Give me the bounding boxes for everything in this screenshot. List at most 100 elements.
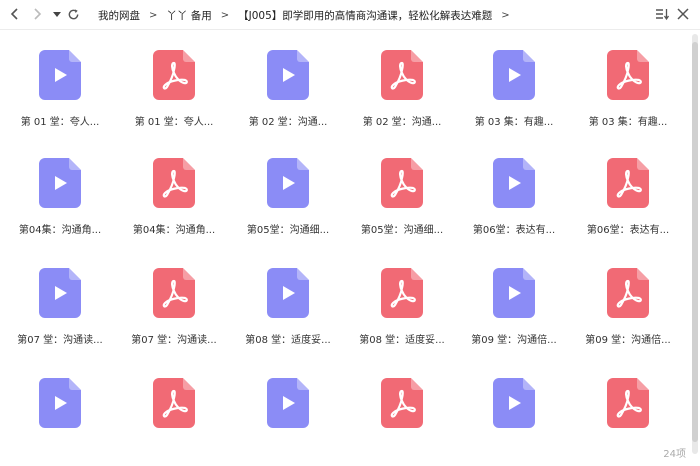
caret-down-icon [53,12,61,17]
refresh-button[interactable] [64,5,82,23]
file-item[interactable]: 第06堂：表达有... [578,138,678,236]
pdf-file-icon [153,268,195,318]
file-item[interactable]: 第 02 堂：沟通... [352,30,452,128]
pdf-file-icon [607,268,649,318]
file-item[interactable]: 第 02 堂：沟通... [238,30,338,128]
file-item[interactable]: 第 03 集：有趣... [464,30,564,128]
video-file-icon [493,50,535,100]
file-item[interactable]: 第05堂：沟通细... [238,138,338,236]
video-file-icon [39,158,81,208]
file-name: 第 03 集：有趣... [588,117,668,128]
file-item[interactable]: 第08 堂：适度妥... [352,248,452,346]
scrollbar-thumb[interactable] [692,42,698,442]
page-fold [183,268,195,280]
file-name: 第05堂：沟通细... [246,225,330,236]
page-fold [411,158,423,170]
close-button[interactable] [675,6,691,22]
page-fold [637,378,649,390]
pdf-file-icon [153,158,195,208]
chevron-left-icon [10,8,18,20]
page-fold [297,50,309,62]
file-name: 第 03 集：有趣... [474,117,554,128]
page-fold [523,158,535,170]
file-item[interactable] [464,358,564,454]
file-item[interactable]: 第07 堂：沟通读... [10,248,110,346]
back-button[interactable] [6,5,24,23]
video-file-icon [267,50,309,100]
video-file-icon [39,268,81,318]
file-item[interactable] [10,358,110,454]
pdf-file-icon [381,268,423,318]
page-fold [637,158,649,170]
file-name: 第07 堂：沟通读... [131,335,217,346]
forward-button[interactable] [28,5,46,23]
scrollbar[interactable] [692,34,698,454]
file-item[interactable] [238,358,338,454]
video-file-icon [493,268,535,318]
close-icon [677,8,689,20]
sort-list-icon [656,9,670,21]
page-fold [297,158,309,170]
pdf-file-icon [607,378,649,428]
file-name: 第05堂：沟通细... [360,225,444,236]
file-item[interactable]: 第 01 堂：夸人... [124,30,224,128]
page-fold [637,268,649,280]
page-fold [69,268,81,280]
page-fold [69,158,81,170]
file-name: 第09 堂：沟通倍... [471,335,557,346]
video-file-icon [39,378,81,428]
refresh-icon [68,8,78,19]
file-item[interactable]: 第04集：沟通角... [124,138,224,236]
file-name: 第04集：沟通角... [18,225,102,236]
video-file-icon [493,378,535,428]
pdf-file-icon [607,50,649,100]
file-name: 第08 堂：适度妥... [245,335,331,346]
pdf-file-icon [381,378,423,428]
pdf-file-icon [381,158,423,208]
file-name: 第 01 堂：夸人... [134,117,214,128]
file-item[interactable]: 第09 堂：沟通倍... [578,248,678,346]
file-name: 第06堂：表达有... [472,225,556,236]
breadcrumb-root[interactable]: 我的网盘 [98,8,140,23]
page-fold [637,50,649,62]
pdf-file-icon [607,158,649,208]
breadcrumb-folder[interactable]: 丫丫 备用 [166,8,211,23]
page-fold [297,378,309,390]
page-fold [297,268,309,280]
file-name: 第 02 堂：沟通... [362,117,442,128]
file-grid: 第 01 堂：夸人... 第 01 堂：夸人... 第 02 堂：沟通... 第 02… [0,30,690,466]
file-item[interactable]: 第 01 堂：夸人... [10,30,110,128]
page-fold [183,158,195,170]
file-name: 第06堂：表达有... [586,225,670,236]
file-item[interactable]: 第05堂：沟通细... [352,138,452,236]
file-item[interactable] [352,358,452,454]
breadcrumb-current[interactable]: 【J005】即学即用的高情商沟通课，轻松化解表达难题 [238,8,492,23]
file-name: 第08 堂：适度妥... [359,335,445,346]
chevron-right-icon [34,8,42,20]
file-name: 第04集：沟通角... [132,225,216,236]
page-fold [523,378,535,390]
file-item[interactable]: 第08 堂：适度妥... [238,248,338,346]
file-item[interactable]: 第 03 集：有趣... [578,30,678,128]
breadcrumb-separator: > [220,9,230,21]
page-fold [183,50,195,62]
file-name: 第 02 堂：沟通... [248,117,328,128]
video-file-icon [267,268,309,318]
video-file-icon [39,50,81,100]
file-item[interactable] [124,358,224,454]
video-file-icon [267,378,309,428]
file-item[interactable]: 第04集：沟通角... [10,138,110,236]
page-fold [411,268,423,280]
pdf-file-icon [153,378,195,428]
page-fold [69,50,81,62]
file-item[interactable] [578,358,678,454]
sort-button[interactable] [654,6,670,22]
pdf-file-icon [381,50,423,100]
file-item[interactable]: 第06堂：表达有... [464,138,564,236]
video-file-icon [493,158,535,208]
page-fold [183,378,195,390]
file-item[interactable]: 第07 堂：沟通读... [124,248,224,346]
file-item[interactable]: 第09 堂：沟通倍... [464,248,564,346]
video-file-icon [267,158,309,208]
page-fold [523,50,535,62]
